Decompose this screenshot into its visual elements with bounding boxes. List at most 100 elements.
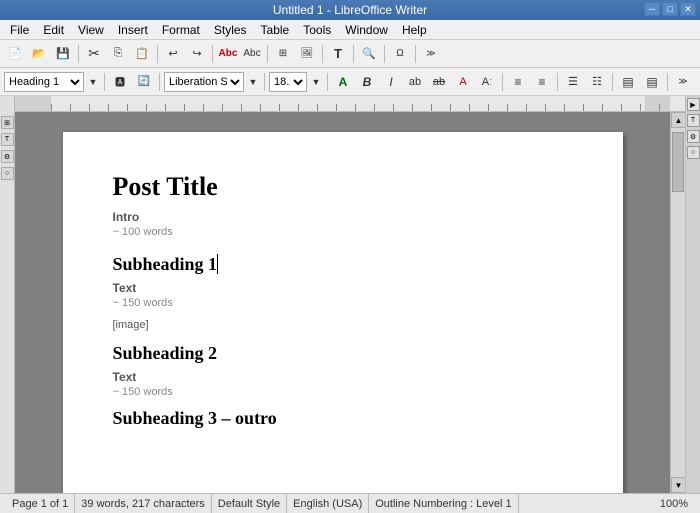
menu-file[interactable]: File bbox=[4, 21, 35, 39]
standard-toolbar: 📄 📂 💾 ✂ ⎘ 📋 ↩ ↪ Abc Abc ⊞ 🖼 T 🔍 Ω ≫ bbox=[0, 40, 700, 68]
doc-title[interactable]: Post Title bbox=[113, 172, 573, 202]
shadow-button[interactable]: ab bbox=[404, 71, 426, 93]
font-color-button[interactable]: 🔄 bbox=[133, 71, 155, 93]
italic-button[interactable]: I bbox=[380, 71, 402, 93]
document-section: Post Title Intro ~ 100 words Subheading … bbox=[15, 96, 685, 493]
left-icon-2[interactable]: T bbox=[1, 133, 14, 146]
content-area: ⊞ T ⚙ ○ Post Title Intro ~ 100 words bbox=[0, 96, 700, 493]
menu-table[interactable]: Table bbox=[255, 21, 296, 39]
align-right-button[interactable]: ▤ bbox=[641, 71, 663, 93]
paste-button[interactable]: 📋 bbox=[131, 43, 153, 65]
bullets-button[interactable]: ☰ bbox=[562, 71, 584, 93]
special-chars-button[interactable]: Ω bbox=[389, 43, 411, 65]
doc-image-placeholder: [image] bbox=[113, 319, 573, 331]
autocorrect-button[interactable]: Abc bbox=[241, 43, 263, 65]
new-button[interactable]: 📄 bbox=[4, 43, 26, 65]
spellcheck-button[interactable]: Abc bbox=[217, 43, 239, 65]
document-area[interactable]: Post Title Intro ~ 100 words Subheading … bbox=[15, 112, 670, 493]
redo-button[interactable]: ↪ bbox=[186, 43, 208, 65]
doc-subheading1[interactable]: Subheading 1 bbox=[113, 254, 573, 275]
menu-edit[interactable]: Edit bbox=[37, 21, 70, 39]
sep15 bbox=[612, 73, 613, 91]
char-highlight-button[interactable]: Aː bbox=[476, 71, 498, 93]
left-icon-3[interactable]: ⚙ bbox=[1, 150, 14, 163]
menu-view[interactable]: View bbox=[72, 21, 110, 39]
style-dropdown-btn[interactable]: ▼ bbox=[86, 71, 100, 93]
numbering-button[interactable]: ☷ bbox=[586, 71, 608, 93]
scroll-down-button[interactable]: ▼ bbox=[671, 477, 685, 493]
align-left-button[interactable]: ≡ bbox=[507, 71, 529, 93]
menubar: File Edit View Insert Format Styles Tabl… bbox=[0, 20, 700, 40]
font-dropdown-btn[interactable]: ▼ bbox=[246, 71, 260, 93]
sep1 bbox=[78, 45, 79, 63]
menu-insert[interactable]: Insert bbox=[112, 21, 154, 39]
maximize-button[interactable]: □ bbox=[662, 2, 678, 16]
menu-format[interactable]: Format bbox=[156, 21, 206, 39]
left-icon-1[interactable]: ⊞ bbox=[1, 116, 14, 129]
minimize-button[interactable]: ─ bbox=[644, 2, 660, 16]
panel-icon-3[interactable]: ⚙ bbox=[687, 130, 700, 143]
cut-button[interactable]: ✂ bbox=[83, 43, 105, 65]
doc-text2-words: ~ 150 words bbox=[113, 386, 573, 398]
close-button[interactable]: ✕ bbox=[680, 2, 696, 16]
align-center-button[interactable]: ≡ bbox=[531, 71, 553, 93]
panel-icon-1[interactable]: ▶ bbox=[687, 98, 700, 111]
more-button[interactable]: ≫ bbox=[420, 43, 442, 65]
table-button[interactable]: ⊞ bbox=[272, 43, 294, 65]
scroll-thumb[interactable] bbox=[672, 132, 684, 192]
panel-icon-2[interactable]: T bbox=[687, 114, 700, 127]
sep13 bbox=[502, 73, 503, 91]
sep7 bbox=[384, 45, 385, 63]
statusbar-words: 39 words, 217 characters bbox=[75, 494, 212, 513]
scroll-up-button[interactable]: ▲ bbox=[671, 112, 685, 128]
titlebar: Untitled 1 - LibreOffice Writer ─ □ ✕ bbox=[0, 0, 700, 20]
style-select[interactable]: Heading 1 bbox=[4, 72, 84, 92]
titlebar-controls: ─ □ ✕ bbox=[644, 2, 696, 16]
bold-button[interactable]: B bbox=[356, 71, 378, 93]
menu-tools[interactable]: Tools bbox=[297, 21, 337, 39]
statusbar: Page 1 of 1 39 words, 217 characters Def… bbox=[0, 493, 700, 513]
doc-intro-label: Intro bbox=[113, 210, 573, 224]
doc-scroll-area: Post Title Intro ~ 100 words Subheading … bbox=[15, 112, 685, 493]
size-dropdown-btn[interactable]: ▼ bbox=[309, 71, 323, 93]
save-button[interactable]: 💾 bbox=[52, 43, 74, 65]
textbox-button[interactable]: T bbox=[327, 43, 349, 65]
doc-subheading2[interactable]: Subheading 2 bbox=[113, 343, 573, 364]
sep10 bbox=[159, 73, 160, 91]
font-effects-button[interactable]: 🅰 bbox=[109, 71, 131, 93]
find-button[interactable]: 🔍 bbox=[358, 43, 380, 65]
titlebar-title: Untitled 1 - LibreOffice Writer bbox=[273, 3, 427, 17]
font-select[interactable]: Liberation S bbox=[164, 72, 244, 92]
doc-text2-label: Text bbox=[113, 370, 573, 384]
left-icon-4[interactable]: ○ bbox=[1, 167, 14, 180]
more-format-button[interactable]: ≫ bbox=[672, 71, 694, 93]
doc-subheading3[interactable]: Subheading 3 – outro bbox=[113, 408, 573, 429]
panel-icon-4[interactable]: ○ bbox=[687, 146, 700, 159]
align-justify-button[interactable]: ▤ bbox=[617, 71, 639, 93]
app-window: Untitled 1 - LibreOffice Writer ─ □ ✕ Fi… bbox=[0, 0, 700, 513]
font-size-select[interactable]: 18.2 bbox=[269, 72, 307, 92]
vertical-scrollbar: ▲ ▼ bbox=[670, 112, 685, 493]
strikethrough-button[interactable]: ab bbox=[428, 71, 450, 93]
menu-styles[interactable]: Styles bbox=[208, 21, 253, 39]
sep2 bbox=[157, 45, 158, 63]
image-button[interactable]: 🖼 bbox=[296, 43, 318, 65]
sep8 bbox=[415, 45, 416, 63]
menu-help[interactable]: Help bbox=[396, 21, 433, 39]
sep3 bbox=[212, 45, 213, 63]
sep6 bbox=[353, 45, 354, 63]
copy-button[interactable]: ⎘ bbox=[107, 43, 129, 65]
font-highlight-button[interactable]: A bbox=[452, 71, 474, 93]
text-cursor bbox=[217, 254, 218, 274]
statusbar-zoom: 100% bbox=[654, 494, 694, 513]
doc-text1-words: ~ 150 words bbox=[113, 297, 573, 309]
font-color-a-button[interactable]: A bbox=[332, 71, 354, 93]
document-page: Post Title Intro ~ 100 words Subheading … bbox=[63, 132, 623, 493]
menu-window[interactable]: Window bbox=[339, 21, 394, 39]
scroll-track[interactable] bbox=[671, 128, 685, 477]
sep12 bbox=[327, 73, 328, 91]
ruler bbox=[15, 96, 685, 112]
undo-button[interactable]: ↩ bbox=[162, 43, 184, 65]
open-button[interactable]: 📂 bbox=[28, 43, 50, 65]
sep11 bbox=[264, 73, 265, 91]
